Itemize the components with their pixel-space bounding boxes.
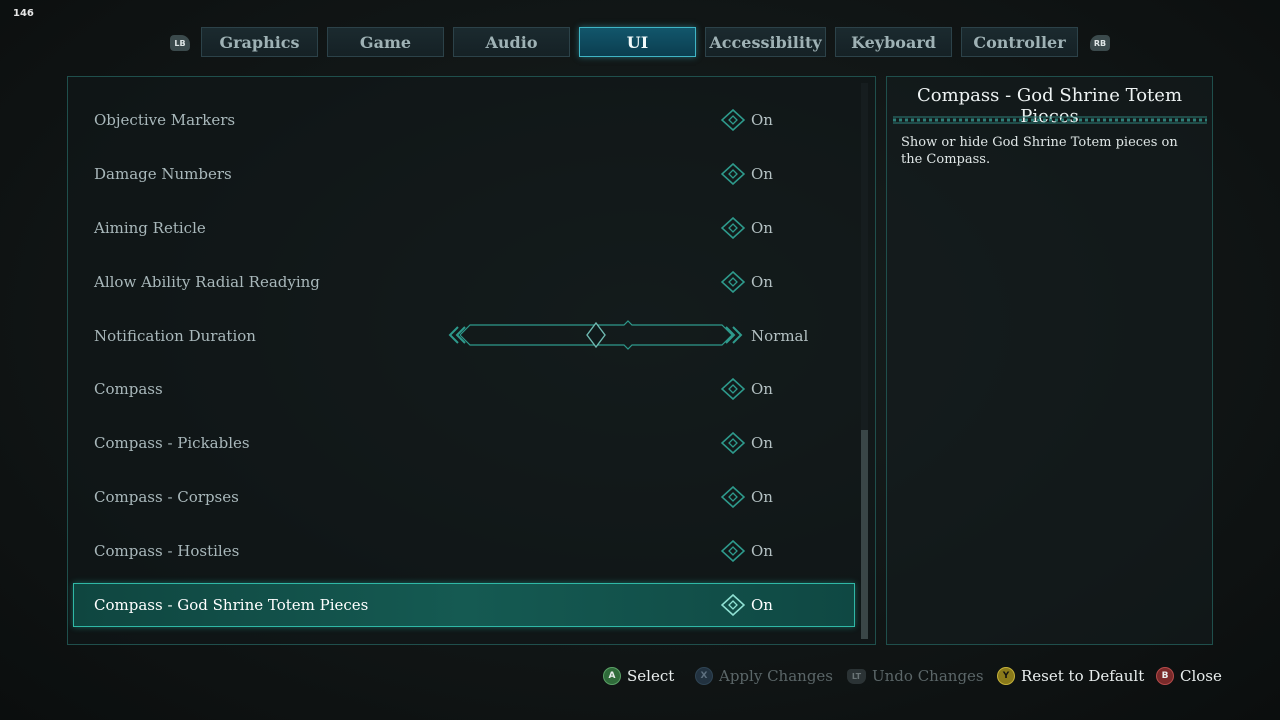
setting-label: Allow Ability Radial Readying xyxy=(94,273,320,291)
setting-row-damage-numbers[interactable]: Damage Numbers On xyxy=(73,152,855,196)
setting-row-ability-radial[interactable]: Allow Ability Radial Readying On xyxy=(73,260,855,304)
setting-value: On xyxy=(751,542,773,560)
toggle-diamond-icon[interactable] xyxy=(721,486,745,508)
b-button-icon: B xyxy=(1156,667,1174,685)
hint-close[interactable]: B Close xyxy=(1156,666,1222,686)
lt-trigger-icon: LT xyxy=(847,668,866,684)
setting-label: Compass - Pickables xyxy=(94,434,250,452)
setting-value: On xyxy=(751,165,773,183)
tab-game[interactable]: Game xyxy=(327,27,444,57)
setting-value: On xyxy=(751,380,773,398)
ornament-divider-icon xyxy=(893,116,1207,124)
y-button-icon: Y xyxy=(997,667,1015,685)
toggle-diamond-icon[interactable] xyxy=(721,378,745,400)
setting-value: On xyxy=(751,111,773,129)
scrollbar[interactable] xyxy=(861,83,868,639)
description-panel: Compass - God Shrine Totem Pieces Show o… xyxy=(886,76,1213,645)
fps-counter: 146 xyxy=(13,8,34,19)
toggle-diamond-icon[interactable] xyxy=(721,432,745,454)
a-button-icon: A xyxy=(603,667,621,685)
setting-row-compass-corpses[interactable]: Compass - Corpses On xyxy=(73,475,855,519)
setting-label: Compass - God Shrine Totem Pieces xyxy=(94,596,369,614)
tab-controller[interactable]: Controller xyxy=(961,27,1078,57)
toggle-diamond-icon[interactable] xyxy=(721,217,745,239)
setting-row-compass-totem-pieces[interactable]: Compass - God Shrine Totem Pieces On xyxy=(73,583,855,627)
tab-audio[interactable]: Audio xyxy=(453,27,570,57)
toggle-diamond-icon[interactable] xyxy=(721,271,745,293)
setting-value: Normal xyxy=(751,327,809,345)
setting-row-objective-markers[interactable]: Objective Markers On xyxy=(73,98,855,142)
hint-label: Select xyxy=(627,667,675,685)
tab-keyboard[interactable]: Keyboard xyxy=(835,27,952,57)
tab-ui[interactable]: UI xyxy=(579,27,696,57)
toggle-diamond-icon[interactable] xyxy=(721,163,745,185)
hint-label: Reset to Default xyxy=(1021,667,1145,685)
setting-row-notification-duration[interactable]: Notification Duration Normal xyxy=(73,314,855,358)
setting-label: Damage Numbers xyxy=(94,165,232,183)
setting-value: On xyxy=(751,273,773,291)
setting-value: On xyxy=(751,219,773,237)
settings-panel: Objective Markers On Damage Numbers On A… xyxy=(67,76,876,645)
description-text: Show or hide God Shrine Totem pieces on … xyxy=(901,135,1178,167)
hint-label: Close xyxy=(1180,667,1222,685)
setting-row-aiming-reticle[interactable]: Aiming Reticle On xyxy=(73,206,855,250)
lb-bumper-icon[interactable]: LB xyxy=(170,35,190,51)
toggle-diamond-icon[interactable] xyxy=(721,540,745,562)
scrollbar-thumb[interactable] xyxy=(861,430,868,639)
tab-graphics[interactable]: Graphics xyxy=(201,27,318,57)
hint-select[interactable]: A Select xyxy=(603,666,674,686)
setting-row-compass[interactable]: Compass On xyxy=(73,367,855,411)
setting-label: Aiming Reticle xyxy=(94,219,206,237)
hint-label: Apply Changes xyxy=(719,667,833,685)
setting-row-compass-pickables[interactable]: Compass - Pickables On xyxy=(73,421,855,465)
slider-thumb-icon xyxy=(586,321,606,349)
notification-duration-slider[interactable] xyxy=(444,318,748,352)
tab-accessibility[interactable]: Accessibility xyxy=(705,27,826,57)
setting-label: Compass - Corpses xyxy=(94,488,239,506)
x-button-icon: X xyxy=(695,667,713,685)
setting-row-compass-hostiles[interactable]: Compass - Hostiles On xyxy=(73,529,855,573)
toggle-diamond-icon[interactable] xyxy=(721,594,745,616)
hint-undo-changes[interactable]: LT Undo Changes xyxy=(847,666,984,686)
setting-value: On xyxy=(751,434,773,452)
hint-apply-changes[interactable]: X Apply Changes xyxy=(695,666,833,686)
setting-label: Compass xyxy=(94,380,163,398)
setting-value: On xyxy=(751,488,773,506)
setting-label: Objective Markers xyxy=(94,111,236,129)
setting-value: On xyxy=(751,596,773,614)
hint-label: Undo Changes xyxy=(872,667,984,685)
setting-label: Notification Duration xyxy=(94,327,256,345)
rb-bumper-icon[interactable]: RB xyxy=(1090,35,1110,51)
setting-label: Compass - Hostiles xyxy=(94,542,240,560)
slider-right-arrow-icon xyxy=(725,326,743,344)
hint-reset-default[interactable]: Y Reset to Default xyxy=(997,666,1144,686)
slider-left-arrow-icon xyxy=(448,326,466,344)
toggle-diamond-icon[interactable] xyxy=(721,109,745,131)
